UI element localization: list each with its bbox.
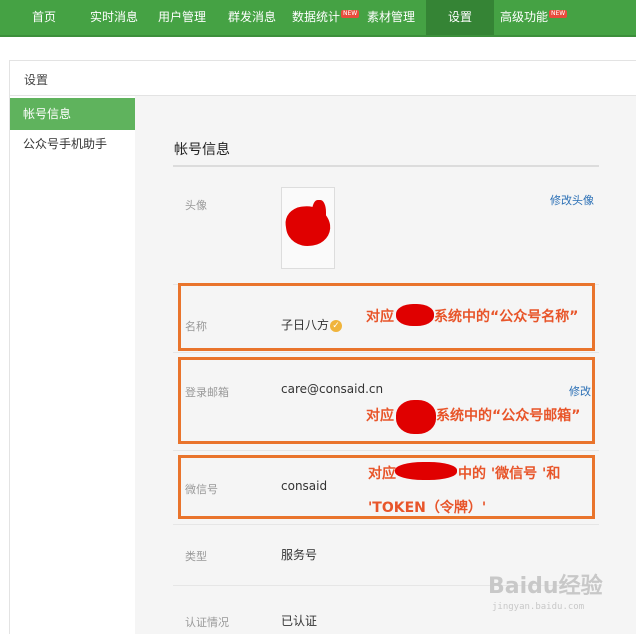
row-divider [173,352,599,353]
section-title: 帐号信息 [174,142,230,158]
nav-user-management[interactable]: 用户管理 [152,0,212,35]
nav-advanced[interactable]: 高级功能 NEW [500,0,568,35]
nav-materials[interactable]: 素材管理 [361,0,421,35]
nav-advanced-label: 高级功能 [500,10,549,24]
nav-home[interactable]: 首页 [18,0,70,35]
watermark-subtext: jingyan.baidu.com [492,602,585,612]
sidebar-item-account-info[interactable]: 帐号信息 [10,98,136,130]
type-label: 类型 [185,550,207,563]
annotation-box-email [178,357,595,444]
sidebar: 帐号信息 公众号手机助手 [9,96,136,634]
annotation-wechat-c: 'TOKEN（令牌）' [368,500,487,516]
new-badge: NEW [549,10,568,18]
avatar-label: 头像 [185,199,207,212]
page-title-bar: 设置 [9,60,636,96]
baidu-watermark: Baidu经验 jingyan.baidu.com [488,562,608,622]
row-divider [173,524,599,525]
watermark-text: Baidu经验 [488,574,603,599]
annotation-email-b: 系统中的“公众号邮箱” [436,408,581,424]
top-navigation: 首页 实时消息 用户管理 群发消息 数据统计 NEW 素材管理 设置 高级功能 NE… [0,0,636,37]
sidebar-item-label: 公众号手机助手 [23,137,108,151]
nav-statistics-label: 数据统计 [292,10,341,24]
verification-value: 已认证 [281,614,318,628]
annotation-wechat-a: 对应 [368,466,396,482]
nav-mass-messages[interactable]: 群发消息 [222,0,282,35]
section-divider [173,165,599,167]
redaction-mark [395,462,457,480]
sidebar-item-label: 帐号信息 [23,107,72,121]
annotation-name-b: 系统中的“公众号名称” [434,309,579,325]
nav-user-management-label: 用户管理 [157,10,206,24]
sidebar-item-mobile-assistant[interactable]: 公众号手机助手 [10,128,136,160]
type-value: 服务号 [281,548,318,562]
row-divider [173,450,599,451]
page-title: 设置 [24,73,49,87]
nav-realtime-messages-label: 实时消息 [89,10,138,24]
nav-statistics[interactable]: 数据统计 NEW [292,0,360,35]
verification-label: 认证情况 [185,616,229,629]
new-badge: NEW [341,10,360,18]
redaction-mark [396,400,436,434]
nav-realtime-messages[interactable]: 实时消息 [84,0,144,35]
annotation-email-a: 对应 [366,408,394,424]
nav-settings[interactable]: 设置 [426,0,494,35]
nav-settings-label: 设置 [447,10,472,24]
edit-avatar-link[interactable]: 修改头像 [550,192,594,208]
annotation-name-a: 对应 [366,309,394,325]
redaction-mark [312,200,326,230]
nav-mass-messages-label: 群发消息 [227,10,276,24]
annotation-wechat-b: 中的 '微信号 '和 [458,466,561,482]
nav-materials-label: 素材管理 [366,10,415,24]
redaction-mark [396,304,434,326]
avatar [281,187,335,269]
nav-home-label: 首页 [31,10,56,24]
